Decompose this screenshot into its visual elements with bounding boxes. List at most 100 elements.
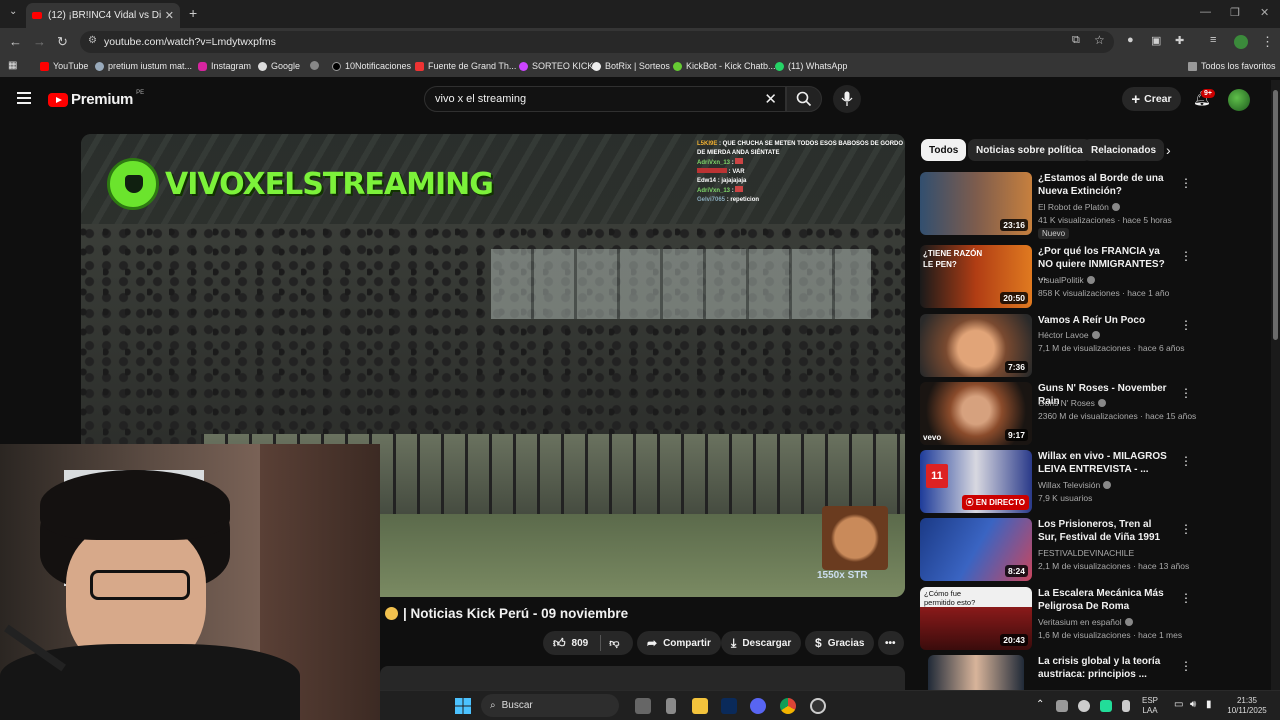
video-thumbnail[interactable]: vevo 9:17 bbox=[920, 382, 1032, 445]
clock[interactable]: 21:35 10/11/2025 bbox=[1225, 696, 1269, 716]
volume-icon[interactable]: 🔊︎ bbox=[1190, 699, 1196, 710]
tray-green-icon[interactable] bbox=[1100, 700, 1112, 712]
video-thumbnail[interactable]: 8:24 bbox=[920, 518, 1032, 581]
apps-grid-icon[interactable]: ▦ bbox=[8, 60, 17, 71]
bookmark-botrix[interactable]: BotRix | Sorteos bbox=[592, 61, 670, 71]
bookmark-pretium[interactable]: pretium iustum mat... bbox=[95, 61, 192, 71]
windows-start-icon[interactable] bbox=[455, 698, 471, 714]
more-vertical-icon[interactable]: ⋮ bbox=[1180, 591, 1192, 605]
recommendation-item[interactable]: ¿TIENE RAZÓN LE PEN? 20:50 ¿Por qué los … bbox=[920, 245, 1270, 311]
recommendation-item[interactable]: La crisis global y la teoría austriaca: … bbox=[920, 655, 1270, 690]
tray-mic-icon[interactable] bbox=[1122, 700, 1130, 712]
onedrive-icon[interactable] bbox=[1078, 700, 1090, 712]
recommendation-item[interactable]: vevo 9:17 Guns N' Roses - November Rain … bbox=[920, 382, 1270, 448]
chip-related[interactable]: Relacionados bbox=[1083, 139, 1165, 161]
page-scrollbar[interactable] bbox=[1271, 80, 1280, 690]
thanks-button[interactable]: $ Gracias bbox=[805, 631, 875, 655]
menu-icon[interactable] bbox=[17, 92, 31, 107]
bookmark-fuente[interactable]: Fuente de Grand Th... bbox=[415, 61, 516, 71]
tray-icon[interactable] bbox=[1056, 700, 1068, 712]
more-vertical-icon[interactable]: ⋮ bbox=[1180, 522, 1192, 536]
tab-list-icon[interactable]: ⌄ bbox=[9, 6, 17, 17]
bookmark-whatsapp[interactable]: (11) WhatsApp bbox=[775, 61, 847, 71]
profile-avatar-icon[interactable] bbox=[1234, 35, 1248, 49]
minimize-icon[interactable]: — bbox=[1200, 6, 1211, 18]
recommendation-item[interactable]: 11 ⦿ EN DIRECTO Willax en vivo - MILAGRO… bbox=[920, 450, 1270, 516]
notification-badge: 9+ bbox=[1201, 89, 1215, 98]
new-tab-icon[interactable]: + bbox=[189, 5, 197, 21]
more-vertical-icon[interactable]: ⋮ bbox=[1180, 659, 1192, 673]
more-vertical-icon[interactable]: ⋮ bbox=[1180, 318, 1192, 332]
reload-icon[interactable]: ↻ bbox=[57, 34, 68, 50]
language-indicator[interactable]: ESP LAA bbox=[1142, 696, 1158, 716]
clear-search-icon[interactable]: ✕ bbox=[764, 90, 777, 108]
scrollbar-thumb[interactable] bbox=[1273, 90, 1278, 340]
more-actions-button[interactable]: ••• bbox=[878, 631, 904, 655]
bookmark-globe[interactable] bbox=[310, 61, 323, 70]
account-avatar[interactable] bbox=[1228, 89, 1250, 111]
reading-list-icon[interactable]: ≡ bbox=[1210, 34, 1216, 46]
extensions-puzzle-icon[interactable]: ✚ bbox=[1175, 34, 1184, 47]
download-button[interactable]: ⤓ Descargar bbox=[721, 631, 802, 655]
discord-icon[interactable] bbox=[750, 698, 766, 714]
bookmark-kickbot[interactable]: KickBot - Kick Chatb... bbox=[673, 61, 776, 71]
bookmark-sorteo-kick[interactable]: SORTEO KICK bbox=[519, 61, 593, 71]
video-thumbnail[interactable]: ¿TIENE RAZÓN LE PEN? 20:50 bbox=[920, 245, 1032, 308]
forward-icon[interactable]: → bbox=[33, 34, 46, 49]
search-input[interactable]: vivo x el streaming ✕ bbox=[424, 86, 786, 112]
file-explorer-icon[interactable] bbox=[692, 698, 708, 714]
photoshop-icon[interactable] bbox=[721, 698, 737, 714]
back-icon[interactable]: ← bbox=[9, 34, 22, 49]
video-thumbnail[interactable]: 7:36 bbox=[920, 314, 1032, 377]
like-button[interactable]: 👍︎ 809 👎︎ bbox=[543, 631, 633, 655]
close-window-icon[interactable]: ✕ bbox=[1260, 6, 1269, 19]
task-view-icon[interactable] bbox=[635, 698, 651, 714]
site-info-icon[interactable]: ⚙ bbox=[88, 35, 97, 46]
recommendation-item[interactable]: 23:16 ¿Estamos al Borde de una Nueva Ext… bbox=[920, 172, 1270, 239]
more-vertical-icon[interactable]: ⋮ bbox=[1180, 386, 1192, 400]
close-tab-icon[interactable]: ✕ bbox=[165, 9, 174, 22]
taskbar-search[interactable]: ⌕ Buscar bbox=[481, 694, 619, 717]
extension-icon[interactable]: ● bbox=[1127, 34, 1134, 46]
address-bar[interactable]: ⚙ youtube.com/watch?v=Lmdytwxpfms ⧉ ☆ bbox=[80, 31, 1114, 53]
browser-tab[interactable]: (12) ¡BR!INC4 Vidal vs Dieal ✕ bbox=[26, 3, 180, 28]
create-button[interactable]: + Crear bbox=[1122, 87, 1181, 111]
video-thumbnail[interactable]: 23:16 bbox=[920, 172, 1032, 235]
bookmark-youtube[interactable]: YouTube bbox=[40, 61, 88, 71]
tray-overflow-icon[interactable]: ⌃ bbox=[1036, 699, 1044, 710]
obs-icon[interactable] bbox=[810, 698, 826, 714]
more-vertical-icon[interactable]: ⋮ bbox=[1180, 176, 1192, 190]
search-button[interactable] bbox=[786, 86, 822, 112]
more-vertical-icon[interactable]: ⋮ bbox=[1180, 249, 1192, 263]
maximize-icon[interactable]: ❐ bbox=[1230, 6, 1240, 19]
chrome-icon[interactable] bbox=[780, 698, 796, 714]
whatsapp-icon bbox=[775, 61, 784, 71]
video-thumbnail[interactable]: ¿Cómo fue permitido esto? 20:43 bbox=[920, 587, 1032, 650]
battery-icon[interactable]: ▮ bbox=[1206, 699, 1212, 710]
voice-search-button[interactable] bbox=[833, 85, 861, 113]
app-icon[interactable] bbox=[666, 698, 676, 714]
thumbs-down-icon[interactable]: 👎︎ bbox=[609, 637, 619, 649]
youtube-logo[interactable]: Premium PE bbox=[48, 90, 144, 108]
chip-politics[interactable]: Noticias sobre política bbox=[968, 139, 1091, 161]
install-icon[interactable]: ⧉ bbox=[1072, 34, 1080, 47]
extension2-icon[interactable]: ▣ bbox=[1151, 34, 1161, 47]
more-vertical-icon[interactable]: ⋮ bbox=[1180, 454, 1192, 468]
video-thumbnail[interactable]: 11 ⦿ EN DIRECTO bbox=[920, 450, 1032, 513]
chrome-menu-icon[interactable]: ⋮ bbox=[1261, 34, 1274, 50]
video-thumbnail[interactable] bbox=[928, 655, 1024, 690]
webcam-overlay bbox=[0, 444, 380, 720]
share-button[interactable]: ➦ Compartir bbox=[637, 631, 721, 655]
recommendation-item[interactable]: ¿Cómo fue permitido esto? 20:43 La Escal… bbox=[920, 587, 1270, 653]
chevron-right-icon[interactable]: › bbox=[1166, 142, 1171, 158]
all-bookmarks[interactable]: Todos los favoritos bbox=[1188, 61, 1276, 71]
rec-channel: El Robot de Platón bbox=[1038, 202, 1120, 212]
recommendation-item[interactable]: 7:36 Vamos A Reír Un Poco Héctor Lavoe 7… bbox=[920, 314, 1270, 380]
bookmark-google[interactable]: Google bbox=[258, 61, 300, 71]
bookmark-instagram[interactable]: Instagram bbox=[198, 61, 251, 71]
network-icon[interactable]: ▭ bbox=[1174, 699, 1183, 710]
chip-all[interactable]: Todos bbox=[921, 139, 967, 161]
bookmark-notificaciones[interactable]: 10Notificaciones bbox=[332, 61, 411, 71]
recommendation-item[interactable]: 8:24 Los Prisioneros, Tren al Sur, Festi… bbox=[920, 518, 1270, 584]
bookmark-star-icon[interactable]: ☆ bbox=[1094, 33, 1105, 47]
